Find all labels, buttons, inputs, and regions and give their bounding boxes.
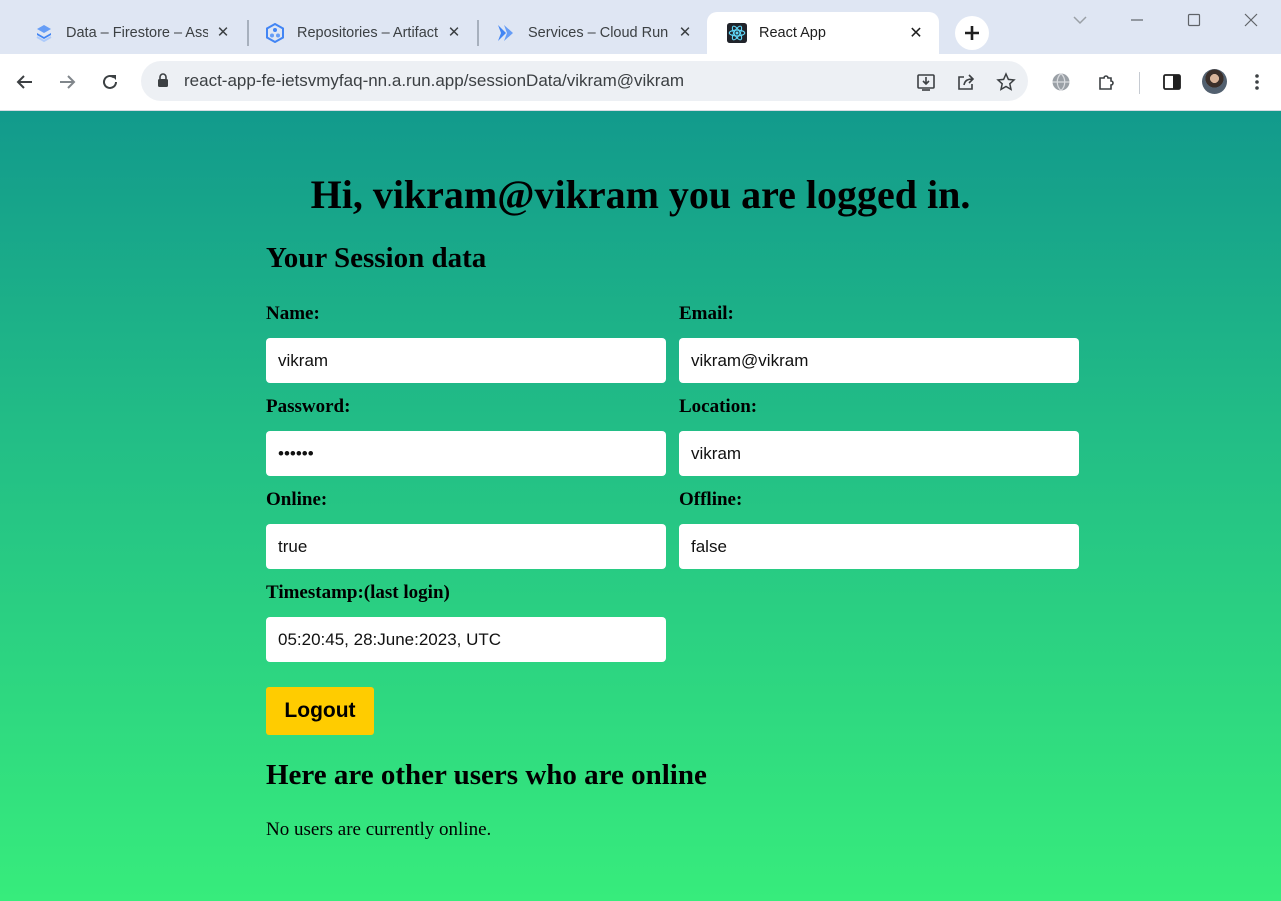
name-label: Name: <box>266 303 320 324</box>
maximize-icon[interactable] <box>1184 10 1204 30</box>
browser-toolbar: react-app-fe-ietsvmyfaq-nn.a.run.app/ses… <box>0 54 1281 111</box>
tab-title: React App <box>759 25 826 41</box>
lock-icon[interactable] <box>157 73 169 92</box>
extensions-puzzle-icon[interactable] <box>1095 70 1119 94</box>
artifact-registry-icon <box>265 23 285 43</box>
tab-title: Services – Cloud Run <box>528 25 669 41</box>
profile-avatar[interactable] <box>1202 69 1227 94</box>
offline-label: Offline: <box>679 489 743 510</box>
toolbar-divider <box>1139 72 1140 94</box>
tab-strip: Data – Firestore – Assets ✕ Repositories… <box>0 0 1281 54</box>
location-label: Location: <box>679 396 758 417</box>
install-app-icon[interactable] <box>914 70 938 94</box>
bookmark-star-icon[interactable] <box>994 70 1018 94</box>
cloud-run-icon <box>496 23 516 43</box>
back-arrow-icon[interactable] <box>12 69 38 95</box>
minimize-icon[interactable] <box>1127 10 1147 30</box>
online-users-heading: Here are other users who are online <box>266 759 707 791</box>
online-users-empty-text: No users are currently online. <box>266 819 492 840</box>
close-tab-icon[interactable]: ✕ <box>907 23 925 42</box>
online-label: Online: <box>266 489 328 510</box>
tab-artifact-registry[interactable]: Repositories – Artifact Registry ✕ <box>231 12 477 54</box>
share-icon[interactable] <box>954 70 978 94</box>
password-label: Password: <box>266 396 351 417</box>
logout-button[interactable]: Logout <box>266 687 374 735</box>
reload-icon[interactable] <box>97 69 123 95</box>
password-field[interactable] <box>266 431 666 476</box>
tab-title: Repositories – Artifact Registry <box>297 25 439 41</box>
session-heading: Your Session data <box>266 242 487 274</box>
name-field[interactable] <box>266 338 666 383</box>
side-panel-icon[interactable] <box>1160 70 1184 94</box>
forward-arrow-icon[interactable] <box>54 69 80 95</box>
page-title: Hi, vikram@vikram you are logged in. <box>310 172 971 217</box>
url-text[interactable]: react-app-fe-ietsvmyfaq-nn.a.run.app/ses… <box>184 71 684 91</box>
close-tab-icon[interactable]: ✕ <box>445 23 463 41</box>
close-window-icon[interactable] <box>1241 10 1261 30</box>
react-icon <box>727 23 747 43</box>
tab-cloud-run[interactable]: Services – Cloud Run ✕ <box>462 12 708 54</box>
tab-search-icon[interactable] <box>1070 10 1090 30</box>
page-content: Hi, vikram@vikram you are logged in. You… <box>0 111 1281 901</box>
tab-firestore[interactable]: Data – Firestore – Assets ✕ <box>0 12 246 54</box>
menu-kebab-icon[interactable] <box>1245 70 1269 94</box>
offline-field[interactable] <box>679 524 1079 569</box>
tab-title: Data – Firestore – Assets <box>66 25 208 41</box>
close-tab-icon[interactable]: ✕ <box>676 23 694 41</box>
close-tab-icon[interactable]: ✕ <box>214 23 232 41</box>
email-label: Email: <box>679 303 734 324</box>
address-bar[interactable]: react-app-fe-ietsvmyfaq-nn.a.run.app/ses… <box>141 61 1028 101</box>
globe-extension-icon[interactable] <box>1049 70 1073 94</box>
online-field[interactable] <box>266 524 666 569</box>
timestamp-label: Timestamp:(last login) <box>266 582 450 603</box>
tab-react-app[interactable]: React App ✕ <box>707 12 939 54</box>
firestore-icon <box>34 23 54 43</box>
new-tab-button[interactable] <box>955 16 989 50</box>
location-field[interactable] <box>679 431 1079 476</box>
email-field[interactable] <box>679 338 1079 383</box>
timestamp-field[interactable] <box>266 617 666 662</box>
